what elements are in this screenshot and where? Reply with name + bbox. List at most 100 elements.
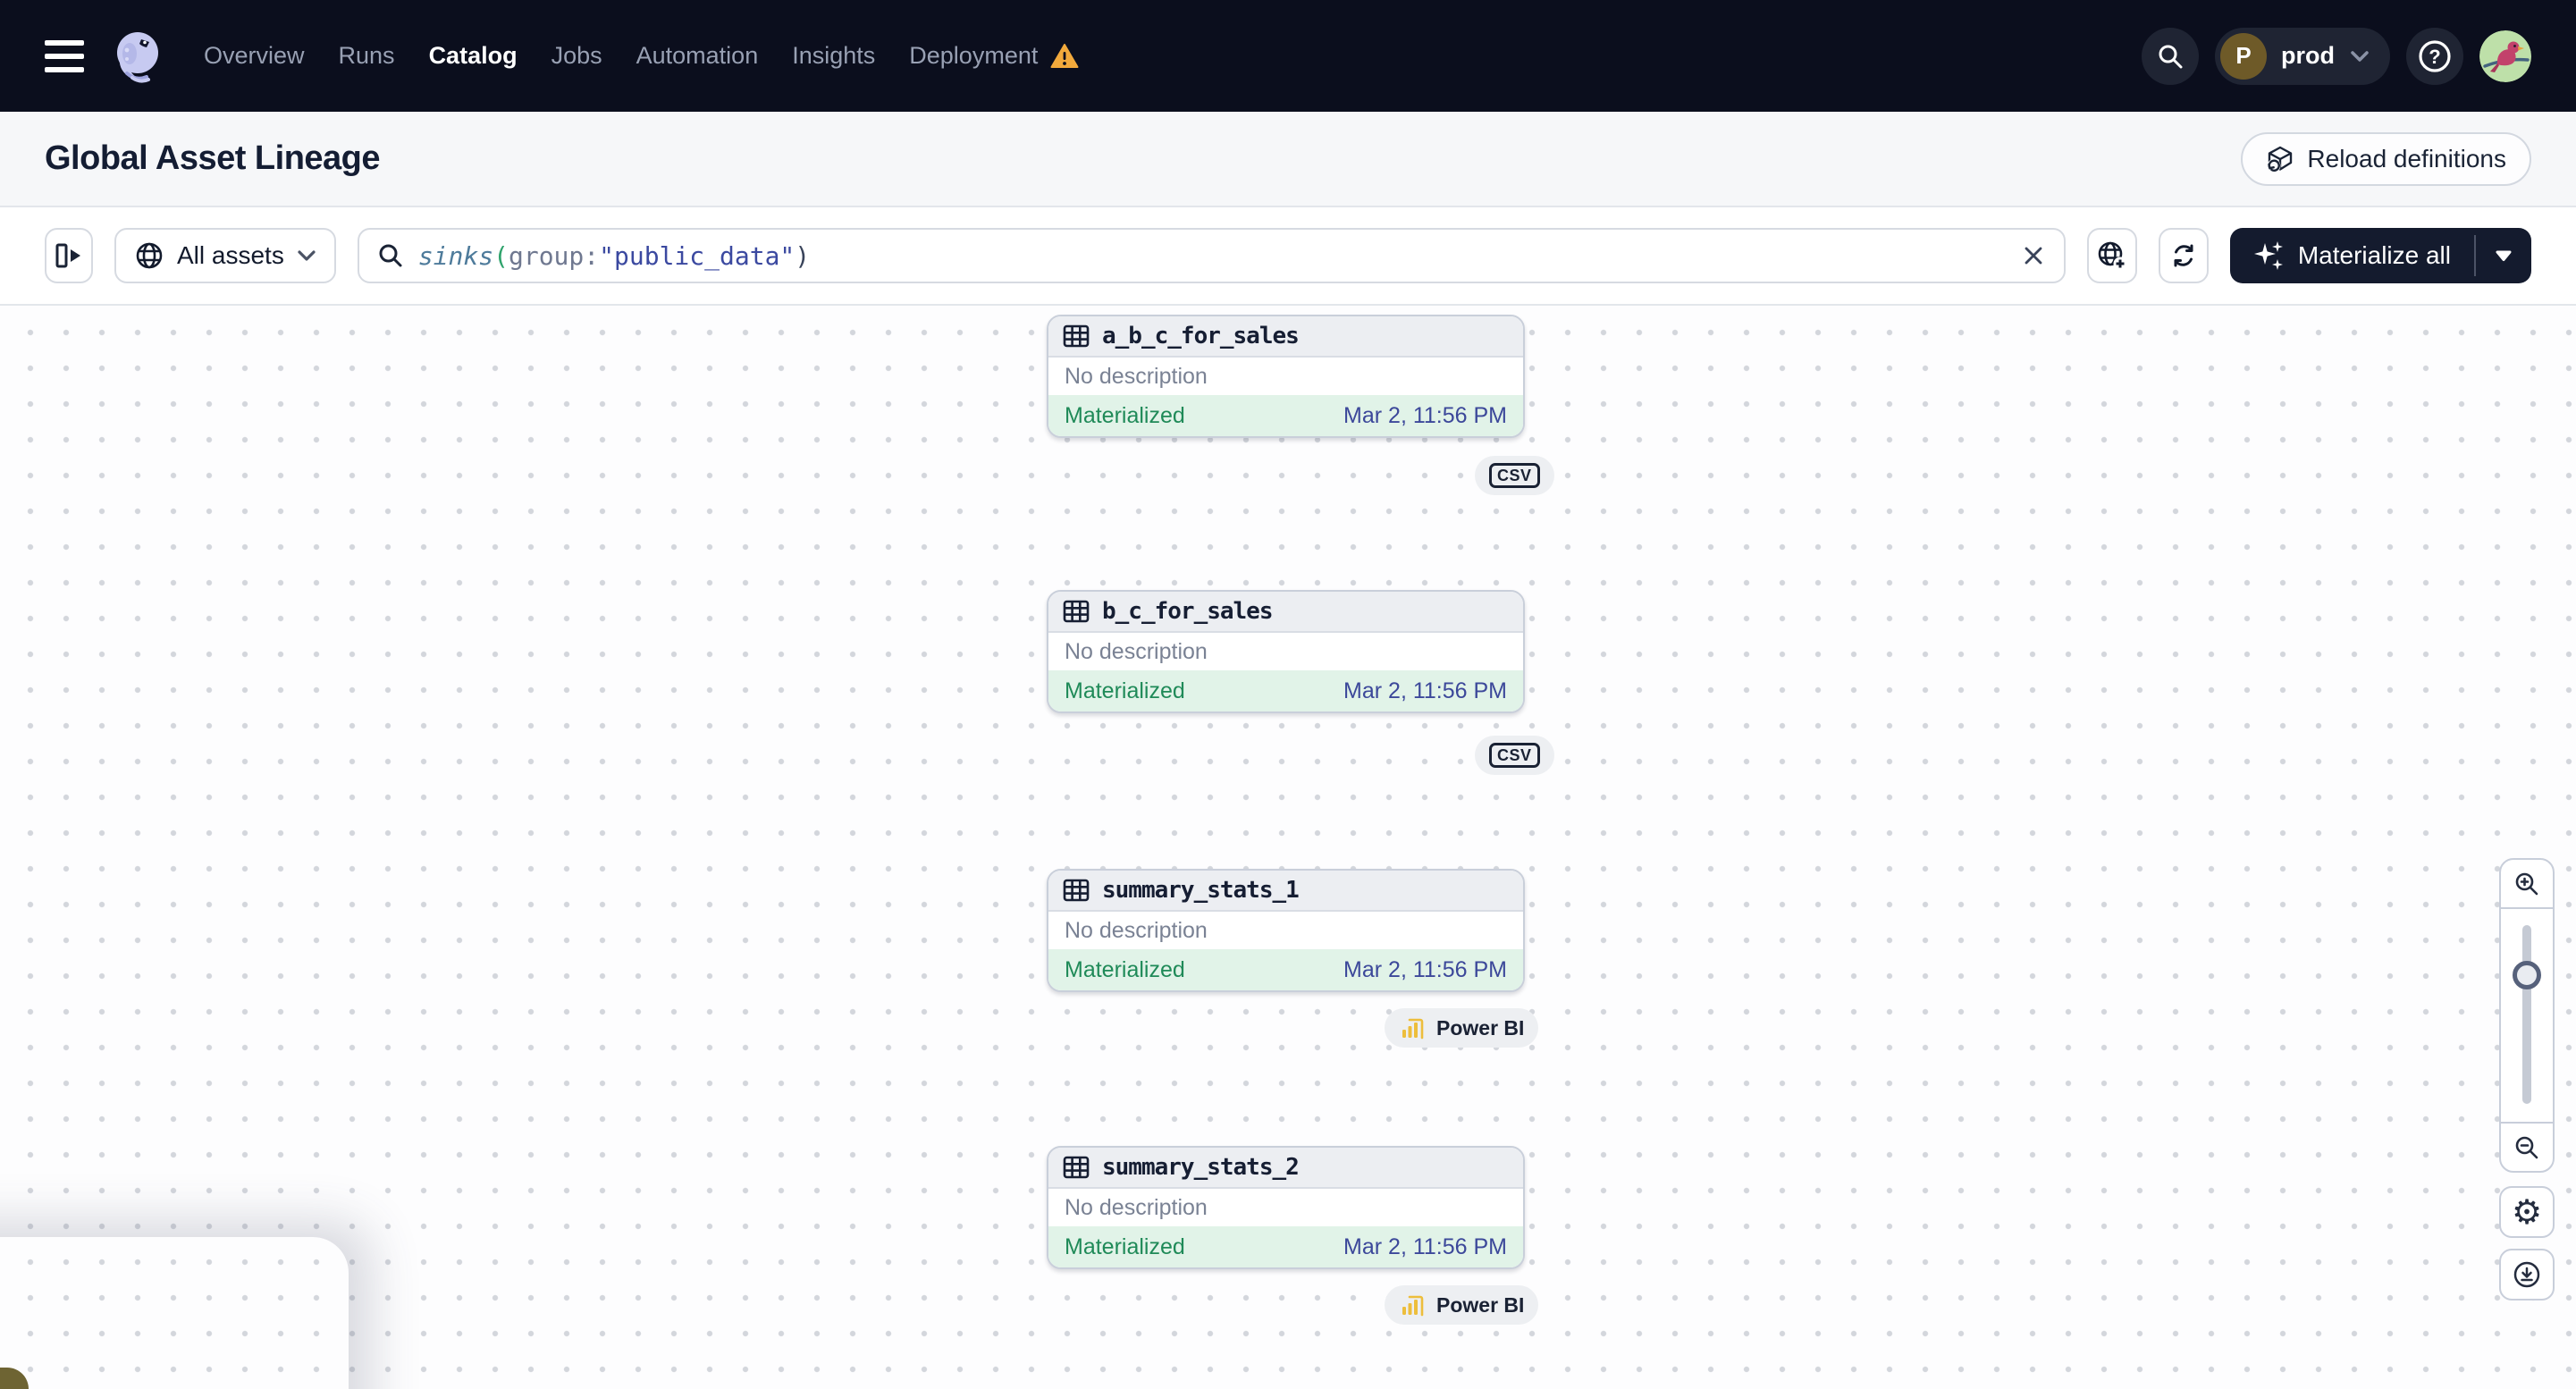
help-icon: ?	[2417, 38, 2453, 74]
asset-description: No description	[1065, 363, 1208, 389]
asset-tag-label: Power BI	[1436, 1292, 1525, 1317]
query-function-token: sinks	[417, 240, 494, 271]
caret-down-icon	[2495, 249, 2513, 262]
asset-node-header: b_c_for_sales	[1048, 592, 1523, 633]
asset-timestamp[interactable]: Mar 2, 11:56 PM	[1343, 403, 1507, 429]
nav-item-jobs[interactable]: Jobs	[551, 42, 602, 70]
top-nav: Overview Runs Catalog Jobs Automation In…	[0, 0, 2576, 112]
zoom-slider[interactable]	[2501, 909, 2553, 1122]
nav-item-automation[interactable]: Automation	[636, 42, 759, 70]
query-value-token: "public_data"	[599, 240, 796, 271]
query-open-paren: (	[493, 240, 509, 271]
asset-status-row: Materialized Mar 2, 11:56 PM	[1048, 949, 1523, 990]
zoom-control-panel	[2499, 858, 2555, 1173]
page-header: Global Asset Lineage Reload definitions	[0, 112, 2576, 207]
table-icon	[1063, 600, 1090, 623]
download-icon	[2512, 1259, 2542, 1290]
asset-tag-label: Power BI	[1436, 1015, 1525, 1040]
svg-text:?: ?	[2429, 46, 2440, 68]
csv-icon: CSV	[1489, 462, 1540, 489]
asset-status-row: Materialized Mar 2, 11:56 PM	[1048, 1226, 1523, 1267]
asset-scope-label: All assets	[177, 241, 284, 269]
power-bi-icon	[1399, 1014, 1426, 1041]
reload-definitions-button[interactable]: Reload definitions	[2241, 131, 2531, 186]
materialize-all-label: Materialize all	[2297, 241, 2451, 269]
deployment-name: prod	[2281, 42, 2335, 69]
asset-description: No description	[1065, 917, 1208, 943]
search-icon	[377, 242, 404, 269]
asset-name: a_b_c_for_sales	[1102, 323, 1300, 349]
zoom-slider-track[interactable]	[2522, 925, 2531, 1104]
asset-selection-input[interactable]: sinks ( group: "public_data" )	[357, 228, 2066, 283]
asset-node-a-b-c-for-sales[interactable]: a_b_c_for_sales No description Materiali…	[1047, 315, 1525, 438]
asset-tag-power-bi[interactable]: Power BI	[1385, 1285, 1539, 1325]
nav-item-runs[interactable]: Runs	[339, 42, 395, 70]
chevron-down-icon	[297, 249, 316, 262]
zoom-out-button[interactable]	[2501, 1122, 2553, 1171]
asset-timestamp[interactable]: Mar 2, 11:56 PM	[1343, 957, 1507, 983]
clear-search-button[interactable]	[2021, 243, 2046, 268]
nav-right-cluster: P prod ?	[2142, 27, 2531, 85]
user-avatar[interactable]	[2479, 29, 2531, 82]
graph-settings-button[interactable]: ⚙	[2499, 1186, 2555, 1238]
deployment-switcher[interactable]: P prod	[2215, 27, 2390, 85]
download-graph-button[interactable]	[2499, 1249, 2555, 1301]
asset-description: No description	[1065, 1194, 1208, 1220]
asset-name: b_c_for_sales	[1102, 598, 1273, 625]
asset-tag-csv[interactable]: CSV	[1475, 456, 1554, 495]
search-button[interactable]	[2142, 27, 2199, 85]
table-icon	[1063, 1156, 1090, 1179]
nav-items: Overview Runs Catalog Jobs Automation In…	[204, 42, 1079, 70]
reload-definitions-label: Reload definitions	[2307, 144, 2506, 173]
asset-tag-power-bi[interactable]: Power BI	[1385, 1008, 1539, 1048]
hamburger-menu-icon[interactable]	[45, 39, 84, 72]
globe-icon	[134, 240, 164, 271]
materialize-split-button: Materialize all	[2229, 228, 2531, 283]
nav-deployment-label: Deployment	[909, 42, 1039, 69]
asset-status-row: Materialized Mar 2, 11:56 PM	[1048, 395, 1523, 436]
globe-plus-icon	[2096, 240, 2128, 272]
panel-expand-icon	[55, 242, 83, 269]
asset-name: summary_stats_1	[1102, 877, 1300, 904]
minimap-shadow	[0, 1237, 349, 1389]
asset-status: Materialized	[1065, 956, 1185, 982]
asset-node-summary-stats-2[interactable]: summary_stats_2 No description Materiali…	[1047, 1146, 1525, 1269]
open-left-panel-button[interactable]	[45, 228, 93, 283]
lineage-toolbar: All assets sinks ( group: "public_data" …	[0, 207, 2576, 306]
nav-item-catalog[interactable]: Catalog	[429, 42, 518, 70]
asset-node-header: a_b_c_for_sales	[1048, 316, 1523, 358]
asset-status: Materialized	[1065, 402, 1185, 428]
asset-description: No description	[1065, 638, 1208, 664]
warning-icon	[1050, 43, 1079, 70]
zoom-in-button[interactable]	[2501, 860, 2553, 909]
asset-node-b-c-for-sales[interactable]: b_c_for_sales No description Materialize…	[1047, 590, 1525, 713]
page-title: Global Asset Lineage	[45, 139, 381, 177]
asset-tag-csv[interactable]: CSV	[1475, 736, 1554, 775]
asset-scope-dropdown[interactable]: All assets	[114, 228, 336, 283]
nav-item-deployment[interactable]: Deployment	[909, 42, 1079, 70]
asset-timestamp[interactable]: Mar 2, 11:56 PM	[1343, 1234, 1507, 1260]
query-close-paren: )	[795, 240, 811, 271]
asset-node-header: summary_stats_1	[1048, 871, 1523, 912]
help-button[interactable]: ?	[2406, 27, 2463, 85]
nav-item-overview[interactable]: Overview	[204, 42, 305, 70]
lineage-canvas[interactable]: a_b_c_for_sales No description Materiali…	[0, 306, 2576, 1389]
asset-status: Materialized	[1065, 1233, 1185, 1259]
materialize-options-button[interactable]	[2476, 228, 2531, 283]
asset-status: Materialized	[1065, 678, 1185, 703]
power-bi-icon	[1399, 1292, 1426, 1318]
nav-item-insights[interactable]: Insights	[792, 42, 875, 70]
dagster-logo-icon[interactable]	[109, 27, 168, 86]
materialize-all-button[interactable]: Materialize all	[2230, 228, 2474, 283]
asset-node-summary-stats-1[interactable]: summary_stats_1 No description Materiali…	[1047, 869, 1525, 992]
filter-to-selection-button[interactable]	[2086, 228, 2137, 283]
search-icon	[2157, 43, 2184, 70]
asset-timestamp[interactable]: Mar 2, 11:56 PM	[1343, 678, 1507, 704]
deployment-initial-badge: P	[2220, 32, 2267, 80]
asset-node-header: summary_stats_2	[1048, 1148, 1523, 1189]
zoom-slider-thumb[interactable]	[2513, 961, 2541, 989]
refresh-button[interactable]	[2158, 228, 2209, 283]
reload-cube-icon	[2266, 145, 2294, 173]
chevron-down-icon	[2349, 49, 2370, 63]
csv-icon: CSV	[1489, 742, 1540, 769]
